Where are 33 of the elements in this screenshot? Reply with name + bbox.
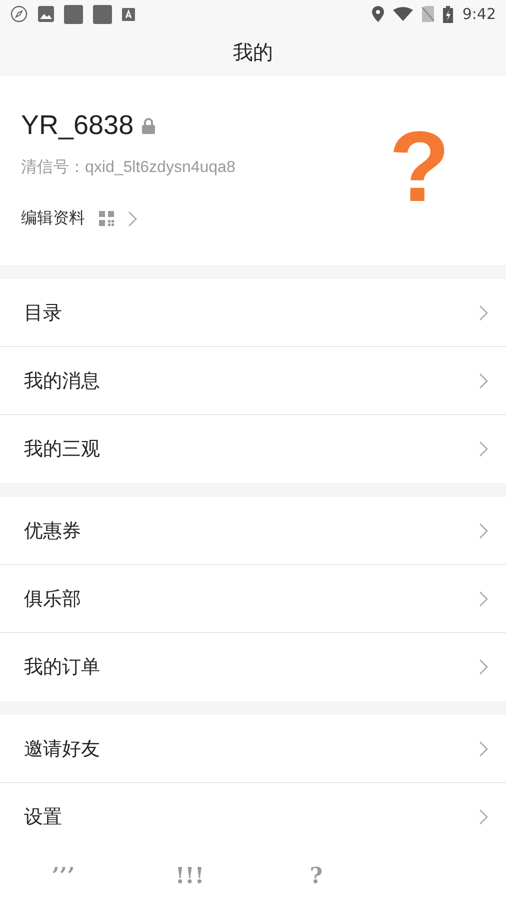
square-icon bbox=[64, 4, 83, 24]
menu-item[interactable]: 邀请好友 bbox=[0, 715, 506, 783]
wifi-icon bbox=[393, 7, 414, 21]
location-icon bbox=[372, 6, 384, 22]
lock-icon bbox=[142, 118, 155, 134]
menu-item[interactable]: 我的消息 bbox=[0, 347, 506, 415]
user-id: 清信号：qxid_5lt6zdysn4uqa8 bbox=[21, 158, 236, 178]
keyboard-icon bbox=[122, 8, 135, 20]
menu-item[interactable]: 我的三观 bbox=[0, 415, 506, 483]
square-icon bbox=[93, 4, 112, 24]
menu-item[interactable]: 我的订单 bbox=[0, 633, 506, 701]
chevron-right-icon bbox=[479, 809, 488, 825]
chevron-right-icon bbox=[479, 590, 488, 606]
edit-profile-link[interactable]: 编辑资料 bbox=[21, 208, 236, 229]
qr-code-icon bbox=[99, 211, 114, 226]
battery-icon bbox=[443, 6, 454, 22]
clock-time: 9:42 bbox=[462, 5, 496, 23]
menu-item[interactable]: 目录 bbox=[0, 279, 506, 347]
menu-item[interactable]: 优惠券 bbox=[0, 497, 506, 565]
menu-item[interactable]: 俱乐部 bbox=[0, 565, 506, 633]
chevron-right-icon bbox=[479, 740, 488, 756]
chevron-right-icon bbox=[479, 659, 488, 675]
chevron-right-icon bbox=[479, 441, 488, 457]
chevron-right-icon bbox=[479, 372, 488, 388]
page-title: 我的 bbox=[233, 38, 273, 66]
chevron-right-icon bbox=[128, 210, 137, 226]
image-icon bbox=[38, 6, 54, 22]
compass-icon bbox=[10, 5, 28, 23]
no-sim-icon bbox=[422, 6, 434, 22]
menu-item[interactable]: 设置 bbox=[0, 783, 506, 851]
chevron-right-icon bbox=[479, 304, 488, 320]
username: YR_6838 bbox=[21, 110, 134, 141]
chevron-right-icon bbox=[479, 522, 488, 538]
